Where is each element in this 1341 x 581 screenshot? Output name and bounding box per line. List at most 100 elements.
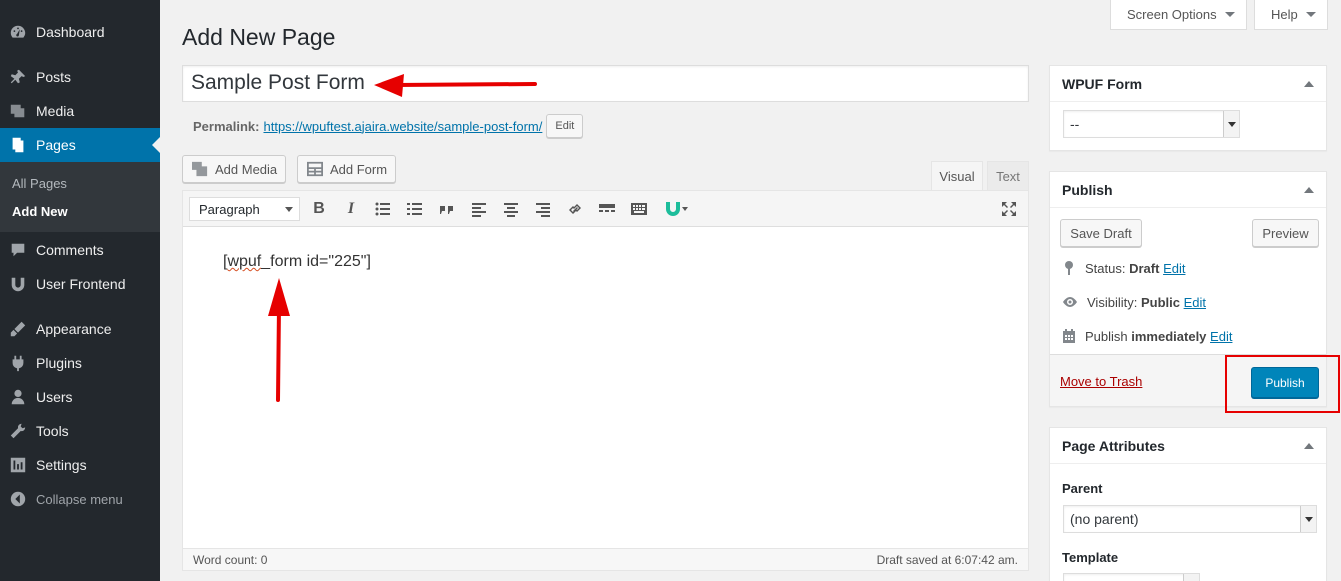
pin-icon xyxy=(0,68,36,86)
permalink-edit-button[interactable]: Edit xyxy=(546,114,584,138)
pages-submenu: All Pages Add New xyxy=(0,162,160,232)
sidebar-item-plugins[interactable]: Plugins xyxy=(0,346,160,380)
tab-visual[interactable]: Visual xyxy=(931,161,983,190)
editor-toolbar: Paragraph B I xyxy=(183,191,1028,227)
plugins-icon xyxy=(0,354,36,372)
tools-icon xyxy=(0,422,36,440)
bold-icon[interactable]: B xyxy=(307,197,331,221)
sidebar-item-label: Collapse menu xyxy=(36,491,123,507)
schedule-edit-link[interactable]: Edit xyxy=(1210,329,1232,344)
sidebar-item-label: Media xyxy=(36,103,75,119)
read-more-icon[interactable] xyxy=(595,197,619,221)
bullet-list-icon[interactable] xyxy=(371,197,395,221)
form-icon xyxy=(307,161,323,177)
template-label: Template xyxy=(1062,550,1119,565)
media-icon xyxy=(0,102,36,120)
pin-icon xyxy=(1065,261,1073,275)
chevron-down-icon xyxy=(1223,111,1239,137)
wpuf-form-box-header[interactable]: WPUF Form xyxy=(1050,66,1326,102)
sidebar-item-label: Pages xyxy=(36,137,76,153)
status-row: Status: Draft Edit xyxy=(1061,260,1185,276)
sidebar-item-label: Plugins xyxy=(36,355,82,371)
collapse-arrow-icon[interactable] xyxy=(1304,442,1314,449)
sidebar-item-pages[interactable]: Pages xyxy=(0,128,160,162)
sidebar-item-label: Tools xyxy=(36,423,69,439)
link-icon[interactable] xyxy=(563,197,587,221)
align-left-icon[interactable] xyxy=(467,197,491,221)
dashboard-icon xyxy=(0,23,36,41)
sidebar-item-settings[interactable]: Settings xyxy=(0,448,160,482)
status-edit-link[interactable]: Edit xyxy=(1163,261,1185,276)
keyboard-icon[interactable] xyxy=(627,197,651,221)
chevron-down-icon xyxy=(285,207,293,212)
collapse-menu-button[interactable]: Collapse menu xyxy=(0,482,160,516)
chevron-down-icon xyxy=(1183,574,1199,581)
collapse-icon xyxy=(0,490,36,508)
media-icon xyxy=(192,161,208,177)
tab-text[interactable]: Text xyxy=(987,161,1029,190)
fullscreen-icon[interactable] xyxy=(997,197,1021,221)
help-button[interactable]: Help xyxy=(1254,0,1328,30)
sidebar-item-appearance[interactable]: Appearance xyxy=(0,312,160,346)
schedule-row: Publish immediately Edit xyxy=(1061,328,1232,344)
post-title-input[interactable]: Sample Post Form xyxy=(182,65,1029,102)
users-icon xyxy=(0,388,36,406)
permalink-link[interactable]: https://wpuftest.ajaira.website/sample-p… xyxy=(263,119,542,134)
format-select[interactable]: Paragraph xyxy=(189,197,300,221)
pages-icon xyxy=(0,136,36,154)
caret-down-icon xyxy=(1305,12,1316,17)
move-to-trash-link[interactable]: Move to Trash xyxy=(1060,374,1142,389)
collapse-arrow-icon[interactable] xyxy=(1304,186,1314,193)
sidebar-item-label: User Frontend xyxy=(36,276,126,292)
sidebar-item-label: Settings xyxy=(36,457,87,473)
draft-saved-status: Draft saved at 6:07:42 am. xyxy=(876,552,1018,567)
add-form-button[interactable]: Add Form xyxy=(297,155,397,183)
permalink-row: Permalink: https://wpuftest.ajaira.websi… xyxy=(193,114,584,138)
italic-icon[interactable]: I xyxy=(339,197,363,221)
sidebar-item-label: Appearance xyxy=(36,321,112,337)
caret-down-icon xyxy=(1224,12,1235,17)
editor-content[interactable]: [wpuf_form id="225"] xyxy=(223,253,371,271)
sidebar-item-users[interactable]: Users xyxy=(0,380,160,414)
wpuf-form-select[interactable]: -- xyxy=(1063,110,1240,138)
screen-options-button[interactable]: Screen Options xyxy=(1110,0,1247,30)
page-attributes-header[interactable]: Page Attributes xyxy=(1050,428,1326,464)
admin-sidebar: Dashboard Posts Media Pages All Pages Ad… xyxy=(0,0,160,581)
align-center-icon[interactable] xyxy=(499,197,523,221)
sidebar-item-posts[interactable]: Posts xyxy=(0,60,160,94)
publish-box-header[interactable]: Publish xyxy=(1050,172,1326,208)
submenu-all-pages[interactable]: All Pages xyxy=(12,176,67,191)
parent-select[interactable]: (no parent) xyxy=(1063,505,1317,533)
editor: Paragraph B I [wpuf_form id="225"] Word … xyxy=(182,190,1029,571)
word-count: Word count: 0 xyxy=(193,552,268,567)
sidebar-item-comments[interactable]: Comments xyxy=(0,233,160,267)
numbered-list-icon[interactable] xyxy=(403,197,427,221)
preview-button[interactable]: Preview xyxy=(1252,219,1319,247)
sidebar-item-label: Dashboard xyxy=(36,24,105,40)
comments-icon xyxy=(0,241,36,259)
editor-status-bar: Word count: 0 Draft saved at 6:07:42 am. xyxy=(183,548,1028,570)
align-right-icon[interactable] xyxy=(531,197,555,221)
sidebar-item-dashboard[interactable]: Dashboard xyxy=(0,15,160,49)
add-media-button[interactable]: Add Media xyxy=(182,155,287,183)
user-frontend-icon xyxy=(0,275,36,293)
sidebar-item-tools[interactable]: Tools xyxy=(0,414,160,448)
parent-label: Parent xyxy=(1062,481,1103,496)
sidebar-item-label: Comments xyxy=(36,242,104,258)
page-attributes-box: Page Attributes Parent (no parent) Templ… xyxy=(1049,427,1327,581)
visibility-edit-link[interactable]: Edit xyxy=(1184,295,1206,310)
template-select[interactable] xyxy=(1063,573,1200,581)
blockquote-icon[interactable] xyxy=(435,197,459,221)
sidebar-item-label: Posts xyxy=(36,69,72,85)
appearance-icon xyxy=(0,320,36,338)
save-draft-button[interactable]: Save Draft xyxy=(1060,219,1142,247)
submenu-add-new[interactable]: Add New xyxy=(12,204,68,219)
sidebar-item-media[interactable]: Media xyxy=(0,94,160,128)
visibility-row: Visibility: Public Edit xyxy=(1061,294,1206,310)
settings-icon xyxy=(0,456,36,474)
calendar-icon xyxy=(1063,329,1075,343)
wpuf-shortcode-icon[interactable] xyxy=(659,197,695,221)
collapse-arrow-icon[interactable] xyxy=(1304,80,1314,87)
sidebar-item-user-frontend[interactable]: User Frontend xyxy=(0,267,160,301)
permalink-label: Permalink: xyxy=(193,118,260,134)
